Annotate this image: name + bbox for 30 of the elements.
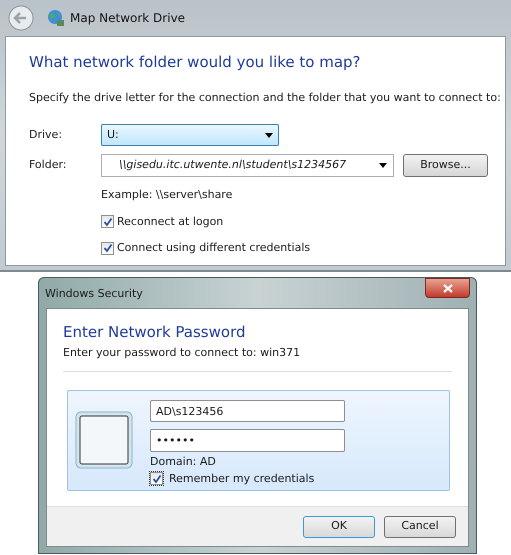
subheading: Enter your password to connect to: win371	[63, 344, 302, 360]
globe-icon	[47, 9, 65, 27]
domain-text: Domain: AD	[150, 454, 217, 470]
checkbox[interactable]	[150, 472, 163, 486]
window-title: Windows Security	[45, 286, 143, 302]
checkbox[interactable]	[101, 242, 114, 255]
username-field[interactable]: AD\s123456	[150, 400, 345, 422]
drive-label: Drive:	[29, 126, 64, 143]
browse-button[interactable]: Browse...	[403, 154, 488, 177]
close-icon	[442, 284, 452, 292]
dialog-heading: Enter Network Password	[63, 322, 246, 343]
password-field[interactable]: ••••••	[150, 429, 345, 452]
user-tile-icon	[75, 411, 133, 469]
checkbox[interactable]	[101, 215, 114, 228]
folder-label: Folder:	[29, 157, 68, 174]
folder-combobox[interactable]: \\gisedu.itc.utwente.nl\student\s1234567	[101, 154, 394, 177]
checkbox-label: Reconnect at logon	[117, 214, 224, 230]
caret-icon	[265, 132, 273, 138]
cancel-button[interactable]: Cancel	[384, 516, 456, 538]
checkbox-label: Remember my credentials	[169, 470, 314, 486]
back-icon[interactable]	[8, 5, 34, 31]
dialog-heading: What network folder would you like to map?	[29, 52, 362, 73]
drive-dropdown[interactable]: U:	[101, 124, 279, 146]
caret-icon	[379, 163, 387, 168]
ok-button[interactable]: OK	[303, 516, 375, 538]
example-text: Example: \\server\share	[101, 187, 234, 203]
instructions: Specify the drive letter for the connection and the folder that you want to connect to:	[29, 90, 502, 106]
checkbox-label: Connect using different credentials	[117, 240, 310, 256]
window-title: Map Network Drive	[70, 10, 186, 27]
close-button[interactable]	[425, 278, 470, 298]
